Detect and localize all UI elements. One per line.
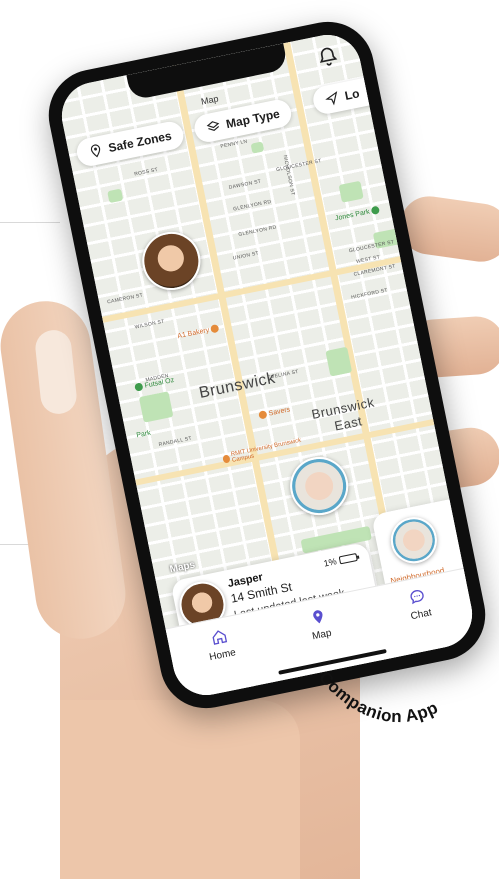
street-label: NICHOLSON ST [281,154,296,197]
street-label: PENNY LN [219,138,248,150]
poi-savers[interactable]: Savers [258,405,291,420]
bakery-label: A1 Bakery [176,326,210,340]
park-area [107,188,124,204]
navigation-arrow-icon [325,91,338,106]
battery-icon [338,552,358,565]
svg-text:Companion App: Companion App [315,668,441,726]
park-area [338,180,364,203]
rmit-label: RMIT University Brunswick Campus [230,437,302,464]
university-icon [222,454,231,464]
street-label: HICKFORD ST [350,287,389,301]
locate-label: Lo [343,86,361,103]
home-icon [212,630,227,645]
caption-text: Companion App [315,668,440,726]
caption-companion-app: Companion App [315,668,441,726]
nav-map-label: Map [311,627,333,643]
street-label: UNION ST [232,250,260,262]
shop-icon [258,410,268,420]
location-pin-icon [90,144,101,158]
map-type-label: Map Type [224,106,281,132]
nav-chat[interactable]: Chat [382,582,463,658]
street-label: GLENLYON RD [232,198,272,213]
street-label: WILSON ST [134,318,166,331]
bell-icon[interactable] [315,43,341,71]
nav-chat-label: Chat [409,607,433,623]
street-label: RANDALL ST [158,435,193,449]
sports-icon [134,382,144,392]
avatar-grandparent-card [386,513,442,568]
jones-park-label: Jones Park [334,208,371,222]
hand-wrist [60,700,300,879]
street-label: GLENLYON RD [237,224,278,239]
battery-percent: 1% [322,556,338,569]
battery-status: 1% [323,552,358,569]
street-label: DAWSON ST [228,178,262,191]
bg-divider-top [0,222,60,223]
park-label: Park [135,429,152,440]
nav-home[interactable]: Home [183,622,264,698]
poi-park[interactable]: Park [136,430,152,440]
park-area [250,141,265,154]
savers-label: Savers [268,405,291,418]
chat-icon [410,589,425,605]
street-label: CAMERON ST [106,292,144,306]
street-label: ROSS ST [133,166,159,178]
street-label: GLOUCESTER ST [348,239,395,255]
map-pin-icon [313,610,323,624]
poi-bakery[interactable]: A1 Bakery [176,323,220,340]
poi-jones-park[interactable]: Jones Park [334,205,381,223]
park-icon [370,205,381,216]
park-area [138,391,174,423]
layers-icon [206,121,220,131]
bakery-icon [210,323,220,334]
safe-zones-label: Safe Zones [107,128,173,156]
nav-home-label: Home [208,647,237,664]
